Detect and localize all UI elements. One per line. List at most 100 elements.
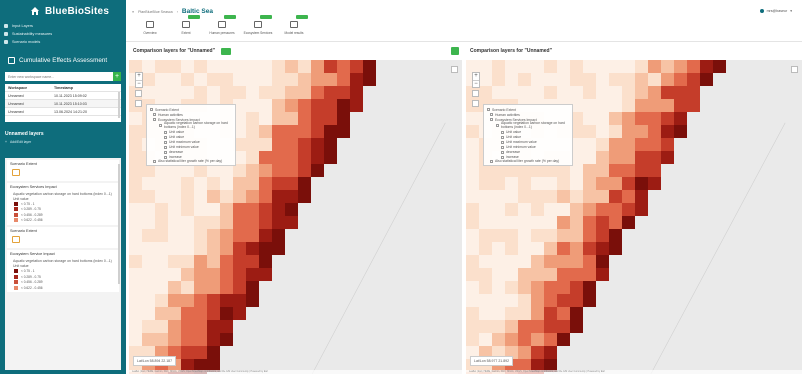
heat-cell: [492, 190, 505, 203]
heat-cell: [505, 268, 518, 281]
layers-toggle-button[interactable]: [135, 100, 142, 107]
nav-scenario-models[interactable]: Scenario models: [4, 38, 122, 46]
user-menu[interactable]: mrs@baseur ▾: [759, 9, 792, 13]
heat-cell: [285, 73, 298, 86]
column-header-workspace[interactable]: Workspace: [8, 86, 54, 90]
checkbox[interactable]: [501, 130, 504, 134]
heat-cell: [181, 177, 194, 190]
checkbox[interactable]: [164, 140, 167, 144]
checkbox[interactable]: [501, 150, 504, 154]
zoom-in-button[interactable]: +: [473, 73, 479, 80]
checkbox[interactable]: [490, 118, 493, 121]
heat-cell: [557, 320, 570, 333]
heat-cell: [272, 242, 285, 255]
heat-cell: [220, 229, 233, 242]
heat-cell: [518, 320, 531, 333]
tree-row[interactable]: Aquatic vegetation carbon storage on har…: [496, 121, 569, 130]
table-row[interactable]: Unnamed 10.11.2023 15:10:03: [5, 100, 121, 108]
checkbox[interactable]: [150, 108, 153, 111]
layers-toggle-button[interactable]: [472, 100, 479, 107]
heat-cell: [622, 151, 635, 164]
checkbox[interactable]: [164, 130, 167, 134]
zoom-out-button[interactable]: −: [136, 80, 142, 87]
heat-cell: [298, 177, 311, 190]
heat-cell: [233, 86, 246, 99]
checkbox[interactable]: [164, 145, 167, 149]
heat-cell: [298, 112, 311, 125]
legend-label: < 0.622 - 0.456: [21, 218, 43, 223]
tool-human-pressures[interactable]: Human pressures: [208, 15, 236, 35]
heat-cell: [544, 203, 557, 216]
heat-cell: [207, 268, 220, 281]
heat-cell: [583, 86, 596, 99]
heat-cell: [687, 73, 700, 86]
add-workspace-button[interactable]: +: [113, 72, 121, 81]
heat-cell: [544, 73, 557, 86]
panel-scrollbar[interactable]: [118, 164, 120, 284]
checkbox[interactable]: [501, 135, 504, 139]
map-canvas[interactable]: + − Scenario Extent Human activities Eco…: [466, 60, 802, 374]
checkbox[interactable]: [153, 118, 156, 121]
nav-input-layers[interactable]: Input Layers: [4, 22, 122, 30]
tool-overview[interactable]: Overview: [136, 21, 164, 35]
checkbox[interactable]: [487, 108, 490, 111]
workspace-name-input[interactable]: [5, 72, 113, 81]
heat-cell: [246, 99, 259, 112]
heat-cell: [220, 294, 233, 307]
heat-cell: [285, 125, 298, 138]
heat-cell: [622, 216, 635, 229]
heat-cell: [259, 164, 272, 177]
table-row[interactable]: Unnamed 13.06.2024 14:21:20: [5, 108, 121, 116]
tool-ecosystem-services[interactable]: Ecosystem Services: [244, 15, 272, 35]
heat-cell: [557, 229, 570, 242]
add-edit-layer-link[interactable]: + Add/Edit layer: [5, 140, 121, 144]
column-header-timestamp[interactable]: Timestamp: [54, 86, 118, 90]
heat-cell: [479, 307, 492, 320]
checkbox[interactable]: [153, 113, 156, 116]
fullscreen-button[interactable]: [472, 90, 479, 97]
layers-icon[interactable]: [791, 66, 798, 73]
heat-cell: [324, 60, 337, 73]
heat-cell: [492, 73, 505, 86]
checkbox[interactable]: [490, 159, 493, 163]
fullscreen-button[interactable]: [135, 90, 142, 97]
tree-row[interactable]: Also statistical liter growth rate (% pe…: [490, 159, 569, 164]
camera-icon[interactable]: [220, 47, 231, 55]
brand[interactable]: BlueBioSites: [0, 0, 126, 22]
zoom-out-button[interactable]: −: [473, 80, 479, 87]
heat-cell: [194, 268, 207, 281]
heat-cell: [518, 268, 531, 281]
checkbox[interactable]: [496, 124, 499, 128]
table-scrollbar[interactable]: [118, 92, 120, 118]
heat-cell: [207, 177, 220, 190]
tool-model-results[interactable]: Model results: [280, 15, 308, 35]
zoom-in-button[interactable]: +: [136, 73, 142, 80]
heat-cell: [531, 86, 544, 99]
heat-cell: [194, 294, 207, 307]
checkbox[interactable]: [164, 135, 167, 139]
table-row[interactable]: Unnamed 10.11.2023 15:09:02: [5, 92, 121, 100]
heat-cell: [531, 294, 544, 307]
heat-cell: [155, 333, 168, 346]
heat-cell: [272, 86, 285, 99]
checkbox[interactable]: [501, 140, 504, 144]
checkbox[interactable]: [501, 145, 504, 149]
menu-icon[interactable]: ≡: [132, 10, 134, 14]
checkbox[interactable]: [159, 124, 162, 128]
map-canvas[interactable]: + − Scenario Extent Human activities Eco…: [129, 60, 462, 374]
checkbox[interactable]: [164, 150, 167, 154]
heat-cell: [129, 281, 142, 294]
expand-icon[interactable]: [451, 47, 459, 55]
heat-cell: [596, 268, 609, 281]
heat-cell: [350, 86, 363, 99]
heat-cell: [363, 73, 376, 86]
layers-icon[interactable]: [451, 66, 458, 73]
checkbox[interactable]: [153, 159, 156, 163]
tree-label: Unit value: [169, 130, 185, 135]
checkbox[interactable]: [490, 113, 493, 116]
tree-row[interactable]: Aquatic vegetation carbon storage on har…: [159, 121, 232, 130]
tree-row[interactable]: Also statistical liter growth rate (% pe…: [153, 159, 232, 164]
tool-extent[interactable]: Extent: [172, 15, 200, 35]
breadcrumb-parent[interactable]: PlanBlueBlue Seasca: [138, 10, 173, 14]
nav-sustainability-measures[interactable]: Sustainability measures: [4, 30, 122, 38]
